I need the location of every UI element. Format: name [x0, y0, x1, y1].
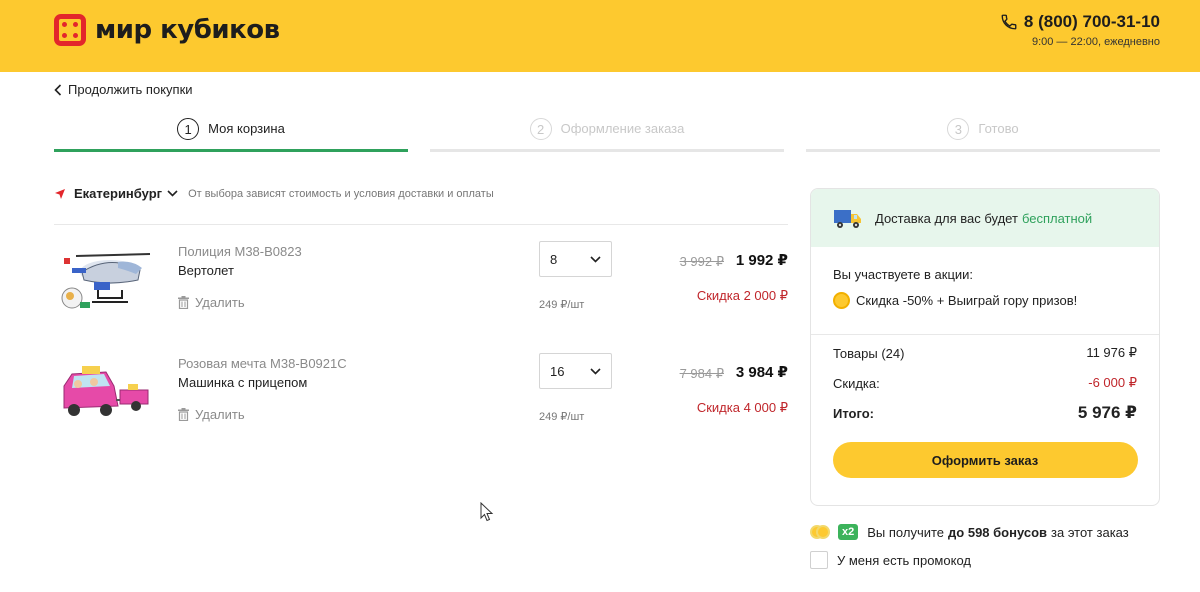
goods-value: 11 976 ₽	[1086, 345, 1137, 360]
trash-icon	[178, 296, 189, 309]
discount-value: -6 000 ₽	[1088, 375, 1137, 390]
promocode-checkbox[interactable]	[810, 551, 828, 569]
product-name[interactable]: Машинка с прицепом	[178, 375, 307, 390]
delete-label: Удалить	[195, 407, 245, 422]
total-row: Итого: 5 976 ₽	[833, 398, 1137, 428]
bonus-info: x2 Вы получите до 598 бонусов за этот за…	[810, 524, 1129, 540]
chevron-down-icon[interactable]	[167, 190, 178, 197]
place-order-button[interactable]: Оформить заказ	[832, 442, 1138, 478]
product-image-car-trailer[interactable]	[58, 356, 154, 432]
city-note: От выбора зависят стоимость и условия до…	[188, 187, 494, 200]
delete-label: Удалить	[195, 295, 245, 310]
unit-price: 249 ₽/шт	[539, 411, 585, 423]
step-checkout: 2 Оформление заказа	[430, 118, 784, 152]
current-price: 3 984 ₽	[735, 364, 788, 381]
step-number: 2	[529, 118, 552, 140]
location-arrow-icon	[55, 188, 65, 199]
trash-icon	[178, 408, 189, 421]
bonus-amount: до 598 бонусов	[948, 524, 1048, 540]
order-summary: Доставка для вас будет бесплатной Вы уча…	[810, 188, 1160, 506]
totals: Товары (24) 11 976 ₽ Скидка: -6 000 ₽ Ит…	[811, 338, 1159, 428]
discount-label: Скидка:	[833, 375, 880, 391]
cart-item: Полиция M38-B0823 Вертолет Удалить 8 249…	[54, 241, 788, 334]
contact-phone: 8 (800) 700-31-10 9:00 — 22:00, ежедневн…	[1000, 12, 1160, 48]
goods-label: Товары (24)	[833, 345, 905, 361]
step-label: Готово	[978, 121, 1019, 136]
delete-button[interactable]: Удалить	[178, 407, 245, 422]
discount-amount: Скидка 2 000 ₽	[696, 288, 788, 303]
logo[interactable]: мир кубиков	[54, 14, 280, 46]
bonus-coins-icon	[810, 524, 832, 540]
current-price: 1 992 ₽	[735, 252, 788, 269]
chevron-left-icon	[54, 83, 62, 96]
bonus-text-after: за этот заказ	[1051, 524, 1129, 540]
logo-text: мир кубиков	[95, 15, 280, 45]
quantity-value: 8	[550, 251, 558, 267]
divider	[54, 224, 788, 225]
quantity-select[interactable]: 16	[539, 353, 612, 389]
product-series[interactable]: Полиция M38-B0823	[178, 244, 302, 259]
product-image-helicopter[interactable]	[58, 244, 154, 320]
step-number: 1	[177, 118, 200, 140]
product-series[interactable]: Розовая мечта M38-B0921C	[178, 356, 347, 371]
total-label: Итого:	[833, 405, 874, 421]
mouse-cursor-icon	[480, 502, 494, 522]
total-value: 5 976 ₽	[1077, 403, 1137, 422]
coin-icon	[833, 292, 850, 309]
step-label: Моя корзина	[208, 121, 285, 136]
promo-title: Вы участвуете в акции:	[833, 267, 974, 282]
goods-row: Товары (24) 11 976 ₽	[833, 338, 1137, 368]
discount-amount: Скидка 4 000 ₽	[696, 400, 788, 415]
step-label: Оформление заказа	[560, 121, 685, 136]
promo-section: Вы участвуете в акции: Скидка -50% + Выи…	[811, 247, 1159, 335]
dice-logo-icon	[54, 14, 86, 46]
phone-icon	[1001, 14, 1017, 30]
delivery-banner: Доставка для вас будет бесплатной	[811, 189, 1159, 247]
chevron-down-icon	[590, 255, 601, 263]
continue-shopping-label: Продолжить покупки	[68, 82, 193, 97]
discount-row: Скидка: -6 000 ₽	[833, 368, 1137, 398]
step-done: 3 Готово	[806, 118, 1160, 152]
working-hours: 9:00 — 22:00, ежедневно	[1031, 36, 1160, 48]
site-header: мир кубиков 8 (800) 700-31-10 9:00 — 22:…	[0, 0, 1200, 72]
continue-shopping-link[interactable]: Продолжить покупки	[54, 82, 193, 97]
quantity-value: 16	[550, 363, 565, 379]
promo-name[interactable]: Скидка -50% + Выиграй гору призов!	[856, 293, 1077, 308]
bonus-multiplier-badge: x2	[838, 524, 859, 540]
cart-item: Розовая мечта M38-B0921C Машинка с прице…	[54, 353, 788, 446]
delete-button[interactable]: Удалить	[178, 295, 245, 310]
quantity-select[interactable]: 8	[539, 241, 612, 277]
bonus-text-before: Вы получите	[867, 524, 945, 540]
step-cart: 1 Моя корзина	[54, 118, 408, 152]
unit-price: 249 ₽/шт	[539, 299, 585, 311]
phone-number[interactable]: 8 (800) 700-31-10	[1024, 12, 1160, 32]
promocode-toggle[interactable]: У меня есть промокод	[810, 551, 971, 569]
old-price: 7 984 ₽	[679, 366, 724, 381]
chevron-down-icon	[590, 367, 601, 375]
product-name[interactable]: Вертолет	[178, 263, 234, 278]
city-name[interactable]: Екатеринбург	[74, 186, 162, 201]
old-price: 3 992 ₽	[679, 254, 724, 269]
delivery-truck-icon	[834, 210, 861, 228]
delivery-free-label: бесплатной	[1021, 210, 1093, 226]
city-selector: Екатеринбург От выбора зависят стоимость…	[54, 186, 494, 201]
promocode-label: У меня есть промокод	[837, 552, 971, 568]
step-number: 3	[947, 118, 970, 140]
delivery-text: Доставка для вас будет	[875, 210, 1018, 226]
